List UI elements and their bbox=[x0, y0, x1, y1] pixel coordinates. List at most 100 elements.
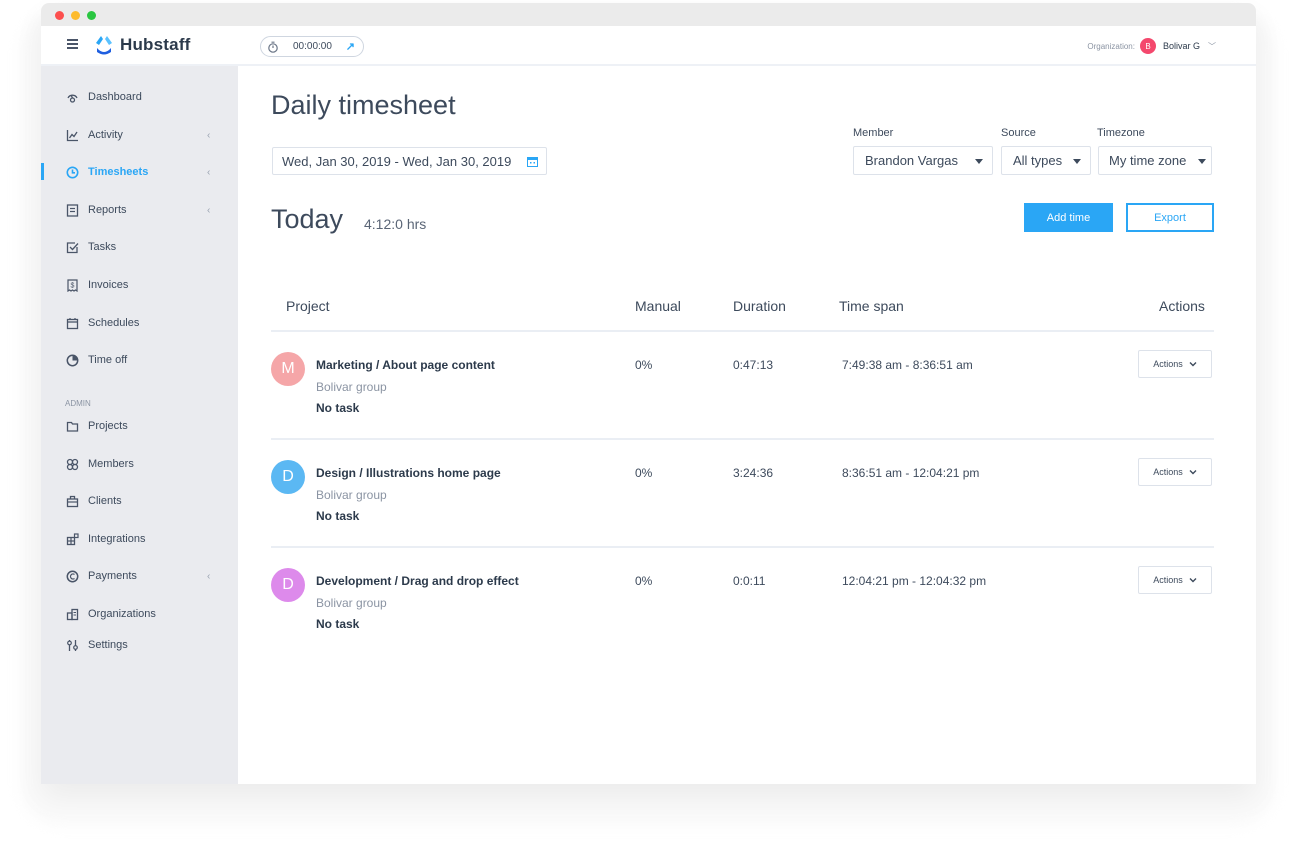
duration: 3:24:36 bbox=[733, 466, 774, 480]
sidebar-item-organizations[interactable]: Organizations bbox=[41, 601, 238, 627]
source-select[interactable]: All types bbox=[1001, 146, 1091, 175]
date-range-picker[interactable]: Wed, Jan 30, 2019 - Wed, Jan 30, 2019 bbox=[272, 147, 547, 175]
project-group: Bolivar group bbox=[316, 596, 387, 610]
stopwatch-icon bbox=[268, 41, 278, 53]
sidebar-item-dashboard[interactable]: Dashboard bbox=[41, 84, 238, 110]
calendar-icon bbox=[66, 317, 79, 330]
sidebar-item-members[interactable]: Members bbox=[41, 451, 238, 477]
column-header-actions: Actions bbox=[1159, 298, 1205, 314]
sidebar-item-label: Reports bbox=[88, 204, 127, 216]
top-bar: Hubstaff 00:00:00 ↗ Organization: B Boli… bbox=[41, 26, 1256, 66]
sidebar-item-tasks[interactable]: Tasks bbox=[41, 234, 238, 260]
timezone-filter-label: Timezone bbox=[1097, 127, 1145, 139]
sidebar-item-label: Projects bbox=[88, 420, 128, 432]
chevron-down-icon: ﹀ bbox=[1208, 41, 1216, 51]
chevron-left-icon: ‹ bbox=[207, 166, 211, 178]
hubstaff-logo-icon bbox=[96, 36, 112, 55]
sidebar-item-label: Integrations bbox=[88, 533, 146, 545]
sidebar-item-invoices[interactable]: $ Invoices bbox=[41, 272, 238, 298]
chevron-left-icon: ‹ bbox=[207, 570, 211, 582]
members-icon bbox=[66, 458, 79, 471]
timer-value: 00:00:00 bbox=[293, 41, 332, 52]
export-button[interactable]: Export bbox=[1126, 203, 1214, 232]
caret-down-icon bbox=[975, 159, 983, 164]
briefcase-icon bbox=[66, 495, 79, 508]
project-name[interactable]: Design / Illustrations home page bbox=[316, 466, 501, 480]
sidebar-item-clients[interactable]: Clients bbox=[41, 488, 238, 514]
time-tracker-widget[interactable]: 00:00:00 ↗ bbox=[260, 36, 364, 57]
report-icon bbox=[66, 203, 79, 217]
time-span: 8:36:51 am - 12:04:21 pm bbox=[842, 466, 980, 480]
actions-dropdown-button[interactable]: Actions bbox=[1138, 458, 1212, 486]
sidebar-item-schedules[interactable]: Schedules bbox=[41, 310, 238, 336]
organization-name: Bolivar G bbox=[1162, 41, 1200, 51]
member-select[interactable]: Brandon Vargas bbox=[853, 146, 993, 175]
sidebar-item-timesheets[interactable]: Timesheets ‹ bbox=[41, 159, 238, 185]
browser-window: Hubstaff 00:00:00 ↗ Organization: B Boli… bbox=[41, 3, 1256, 784]
sidebar-item-label: Activity bbox=[88, 129, 123, 141]
table-row: D Design / Illustrations home page Boliv… bbox=[271, 440, 1214, 548]
logo[interactable]: Hubstaff bbox=[93, 34, 191, 56]
sidebar-item-label: Dashboard bbox=[88, 91, 142, 103]
chevron-left-icon: ‹ bbox=[207, 129, 211, 141]
project-name[interactable]: Development / Drag and drop effect bbox=[316, 574, 519, 588]
activity-chart-icon bbox=[66, 129, 79, 142]
organization-label: Organization: bbox=[1087, 41, 1135, 51]
member-select-value: Brandon Vargas bbox=[865, 153, 958, 168]
sidebar-item-label: Organizations bbox=[88, 608, 156, 620]
member-filter-label: Member bbox=[853, 127, 894, 139]
timezone-select-value: My time zone bbox=[1109, 153, 1187, 168]
organization-switcher[interactable]: Organization: B Bolivar G ﹀ bbox=[1087, 38, 1216, 54]
column-header-project: Project bbox=[286, 298, 330, 314]
time-span: 7:49:38 am - 8:36:51 am bbox=[842, 358, 973, 372]
task-name: No task bbox=[316, 401, 360, 415]
sidebar-item-label: Settings bbox=[88, 639, 128, 651]
project-name[interactable]: Marketing / About page content bbox=[316, 358, 495, 372]
sidebar-item-projects[interactable]: Projects bbox=[41, 413, 238, 439]
duration: 0:0:11 bbox=[733, 574, 766, 588]
clock-icon bbox=[66, 166, 79, 179]
sidebar-item-label: Invoices bbox=[88, 279, 129, 291]
maximize-window-button[interactable] bbox=[87, 11, 96, 20]
sidebar-item-label: Time off bbox=[88, 354, 128, 366]
chevron-down-icon bbox=[1189, 578, 1197, 583]
today-heading: Today bbox=[271, 204, 344, 234]
sidebar-item-settings[interactable]: Settings bbox=[41, 632, 238, 658]
column-header-time-span: Time span bbox=[839, 298, 904, 314]
payments-icon bbox=[66, 570, 79, 583]
menu-icon[interactable] bbox=[67, 39, 78, 49]
pie-icon bbox=[66, 354, 79, 367]
minimize-window-button[interactable] bbox=[71, 11, 80, 20]
source-filter-label: Source bbox=[1001, 127, 1036, 139]
add-time-button[interactable]: Add time bbox=[1024, 203, 1113, 232]
sidebar-item-label: Tasks bbox=[88, 241, 117, 253]
actions-label: Actions bbox=[1153, 575, 1183, 585]
timezone-select[interactable]: My time zone bbox=[1098, 146, 1212, 175]
manual-percent: 0% bbox=[635, 574, 653, 588]
svg-text:$: $ bbox=[71, 282, 75, 289]
manual-percent: 0% bbox=[635, 466, 653, 480]
actions-dropdown-button[interactable]: Actions bbox=[1138, 350, 1212, 378]
sidebar-item-time-off[interactable]: Time off bbox=[41, 347, 238, 373]
active-indicator bbox=[41, 163, 44, 180]
sidebar-item-payments[interactable]: Payments ‹ bbox=[41, 563, 238, 589]
actions-dropdown-button[interactable]: Actions bbox=[1138, 566, 1212, 594]
close-window-button[interactable] bbox=[55, 11, 64, 20]
sidebar-item-activity[interactable]: Activity ‹ bbox=[41, 122, 238, 148]
sidebar-item-reports[interactable]: Reports ‹ bbox=[41, 197, 238, 223]
project-group: Bolivar group bbox=[316, 488, 387, 502]
project-avatar: D bbox=[271, 460, 305, 494]
invoice-icon: $ bbox=[66, 278, 79, 292]
sidebar-item-label: Timesheets bbox=[88, 166, 149, 178]
column-header-manual: Manual bbox=[635, 298, 681, 314]
main-content: Daily timesheet Wed, Jan 30, 2019 - Wed,… bbox=[238, 66, 1256, 784]
integrations-icon bbox=[66, 532, 79, 546]
caret-down-icon bbox=[1198, 159, 1206, 164]
column-header-duration: Duration bbox=[733, 298, 786, 314]
duration: 0:47:13 bbox=[733, 358, 774, 372]
app-name: Hubstaff bbox=[120, 35, 191, 54]
caret-down-icon bbox=[1073, 159, 1081, 164]
sidebar-item-integrations[interactable]: Integrations bbox=[41, 526, 238, 552]
page-title: Daily timesheet bbox=[271, 90, 456, 120]
open-timer-arrow-icon[interactable]: ↗ bbox=[346, 40, 355, 53]
